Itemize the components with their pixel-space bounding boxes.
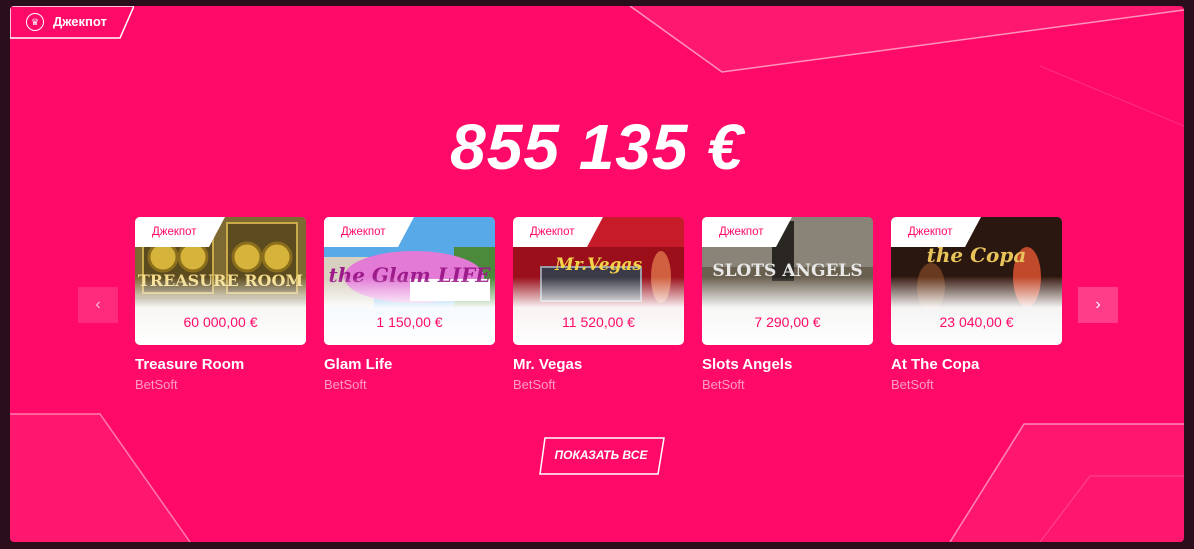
jackpot-badge: Джекпот bbox=[324, 217, 414, 247]
game-jackpot-value: 7 290,00 € bbox=[754, 314, 821, 330]
game-thumbnail-title: Mr.Vegas bbox=[554, 255, 643, 275]
game-card-mr-vegas[interactable]: Mr.Vegas Джекпот 11 520,00 € bbox=[513, 217, 684, 345]
game-name[interactable]: At The Copa bbox=[891, 356, 979, 373]
game-name[interactable]: Glam Life bbox=[324, 356, 392, 373]
game-provider: BetSoft bbox=[324, 377, 367, 392]
game-jackpot-value: 11 520,00 € bbox=[562, 314, 635, 330]
jackpot-badge: Джекпот bbox=[135, 217, 225, 247]
game-card-treasure-room[interactable]: TREASURE ROOM Джекпот 60 000,00 € bbox=[135, 217, 306, 345]
game-card-at-the-copa[interactable]: the Copa Джекпот 23 040,00 € bbox=[891, 217, 1062, 345]
section-tag: ♛ Джекпот bbox=[10, 6, 134, 39]
jackpot-badge: Джекпот bbox=[891, 217, 981, 247]
crown-icon: ♛ bbox=[26, 13, 44, 31]
game-card-slots-angels[interactable]: SLOTS ANGELS Джекпот 7 290,00 € bbox=[702, 217, 873, 345]
carousel-next-button[interactable]: › bbox=[1078, 287, 1118, 323]
jackpot-section: ♛ Джекпот 855 135 € ‹ › TREASURE ROOM Дж… bbox=[10, 6, 1184, 542]
game-provider: BetSoft bbox=[135, 377, 178, 392]
jackpot-badge: Джекпот bbox=[513, 217, 603, 247]
show-all-button[interactable]: ПОКАЗАТЬ ВСЕ bbox=[539, 437, 665, 475]
game-jackpot-value: 23 040,00 € bbox=[939, 314, 1014, 330]
game-name[interactable]: Slots Angels bbox=[702, 356, 792, 373]
carousel-prev-button[interactable]: ‹ bbox=[78, 287, 118, 323]
game-provider: BetSoft bbox=[891, 377, 934, 392]
game-provider: BetSoft bbox=[702, 377, 745, 392]
game-card-glam-life[interactable]: the Glam LIFE Джекпот 1 150,00 € bbox=[324, 217, 495, 345]
jackpot-amount: 855 135 € bbox=[450, 111, 744, 183]
game-jackpot-value: 60 000,00 € bbox=[183, 314, 258, 330]
show-all-label: ПОКАЗАТЬ ВСЕ bbox=[554, 448, 648, 462]
section-tag-label: Джекпот bbox=[53, 14, 107, 29]
chevron-left-icon: ‹ bbox=[95, 296, 101, 313]
chevron-right-icon: › bbox=[1095, 296, 1101, 313]
game-provider: BetSoft bbox=[513, 377, 556, 392]
jackpot-badge: Джекпот bbox=[702, 217, 792, 247]
game-name[interactable]: Treasure Room bbox=[135, 356, 244, 373]
game-name[interactable]: Mr. Vegas bbox=[513, 356, 582, 373]
game-jackpot-value: 1 150,00 € bbox=[376, 314, 443, 330]
